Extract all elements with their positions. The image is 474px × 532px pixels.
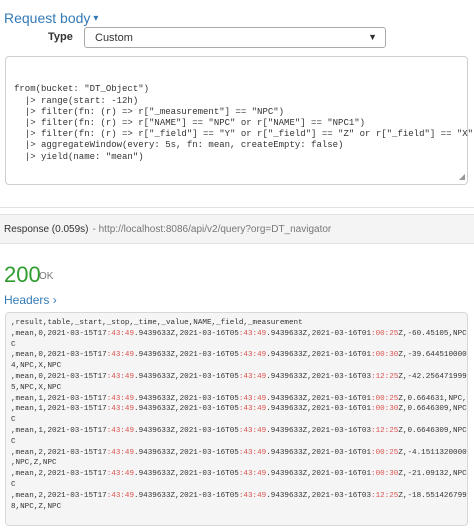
- csv-line: ,mean,1,2021-03-15T17:43:49.9439633Z,202…: [11, 426, 467, 435]
- response-body: ,result,table,_start,_stop,_time,_value,…: [5, 312, 468, 526]
- time-highlight: :43:49: [106, 491, 135, 500]
- time-highlight: :00:25: [371, 448, 399, 457]
- type-select[interactable]: Custom ▼: [84, 27, 386, 48]
- time-highlight: :43:49: [238, 394, 267, 403]
- time-highlight: :43:49: [238, 426, 267, 435]
- time-highlight: :00:25: [371, 394, 399, 403]
- time-highlight: :00:30: [371, 470, 399, 479]
- csv-line: 4,NPC,X,NPC: [11, 362, 62, 371]
- csv-line: ,mean,2,2021-03-15T17:43:49.9439633Z,202…: [11, 491, 467, 500]
- time-highlight: :00:30: [371, 405, 399, 414]
- divider: [0, 207, 474, 208]
- query-line: |> aggregateWindow(every: 5s, fn: mean, …: [14, 140, 344, 151]
- time-highlight: :43:49: [106, 405, 135, 414]
- time-highlight: :12:25: [371, 491, 399, 500]
- status-text: OK: [39, 271, 54, 282]
- csv-line: C: [11, 480, 16, 489]
- csv-line: ,mean,1,2021-03-15T17:43:49.9439633Z,202…: [11, 405, 467, 414]
- time-highlight: :43:49: [238, 351, 267, 360]
- time-highlight: :00:25: [371, 329, 399, 338]
- time-highlight: :43:49: [238, 448, 267, 457]
- query-line: |> range(start: -12h): [14, 95, 139, 106]
- response-label: Response (0.059s): [4, 223, 89, 235]
- chevron-down-icon: ▾: [93, 12, 99, 24]
- csv-line: ,mean,0,2021-03-15T17:43:49.9439633Z,202…: [11, 351, 467, 360]
- response-url: - http://localhost:8086/api/v2/query?org…: [92, 223, 332, 235]
- query-line: |> filter(fn: (r) => r["_field"] == "Y" …: [14, 129, 474, 140]
- query-line: |> filter(fn: (r) => r["NAME"] == "NPC" …: [14, 118, 366, 129]
- headers-link[interactable]: Headers ›: [4, 293, 57, 307]
- query-line: |> filter(fn: (r) => r["_measurement"] =…: [14, 106, 285, 117]
- query-line: from(bucket: "DT_Object"): [14, 84, 150, 95]
- time-highlight: :00:30: [371, 351, 399, 360]
- time-highlight: :43:49: [238, 329, 267, 338]
- time-highlight: :43:49: [238, 372, 267, 381]
- query-editor[interactable]: from(bucket: "DT_Object") |> range(start…: [5, 56, 474, 185]
- csv-line: ,NPC,Z,NPC: [11, 459, 57, 468]
- query-line: |> yield(name: "mean"): [14, 151, 144, 162]
- csv-line: ,mean,2,2021-03-15T17:43:49.9439633Z,202…: [11, 470, 467, 479]
- time-highlight: :43:49: [238, 405, 267, 414]
- time-highlight: :43:49: [106, 329, 135, 338]
- type-select-value: Custom: [95, 31, 133, 44]
- csv-line: ,mean,0,2021-03-15T17:43:49.9439633Z,202…: [11, 329, 467, 338]
- time-highlight: :43:49: [106, 351, 135, 360]
- time-highlight: :43:49: [106, 448, 135, 457]
- top-strip: [4, 0, 54, 4]
- time-highlight: :43:49: [106, 394, 135, 403]
- resize-handle-icon[interactable]: ◢: [459, 172, 465, 183]
- csv-line: C: [11, 437, 16, 446]
- csv-line: C: [11, 340, 16, 349]
- time-highlight: :43:49: [106, 372, 135, 381]
- time-highlight: :12:25: [371, 372, 399, 381]
- time-highlight: :43:49: [238, 470, 267, 479]
- csv-line: 5,NPC,X,NPC: [11, 383, 62, 392]
- request-body-toggle[interactable]: Request body ▾: [4, 8, 98, 28]
- chevron-down-icon: ▼: [368, 32, 377, 42]
- csv-line: ,mean,2,2021-03-15T17:43:49.9439633Z,202…: [11, 448, 467, 457]
- csv-line: C: [11, 416, 16, 425]
- time-highlight: :43:49: [238, 491, 267, 500]
- response-bar: Response (0.059s) - http://localhost:808…: [0, 214, 474, 244]
- time-highlight: :43:49: [106, 426, 135, 435]
- status-code: 200: [4, 262, 41, 287]
- time-highlight: :12:25: [371, 426, 399, 435]
- time-highlight: :43:49: [106, 470, 135, 479]
- csv-line: ,mean,1,2021-03-15T17:43:49.9439633Z,202…: [11, 394, 467, 403]
- csv-line: ,mean,0,2021-03-15T17:43:49.9439633Z,202…: [11, 372, 467, 381]
- request-body-title: Request body: [4, 10, 91, 26]
- type-label: Type: [48, 31, 73, 43]
- csv-line: 8,NPC,Z,NPC: [11, 502, 62, 511]
- csv-line: ,result,table,_start,_stop,_time,_value,…: [11, 319, 303, 327]
